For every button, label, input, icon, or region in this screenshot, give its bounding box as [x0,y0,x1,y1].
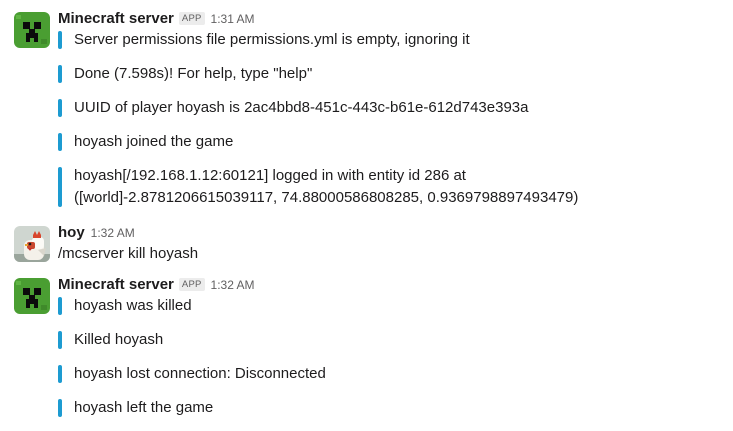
sender-name[interactable]: Minecraft server [58,276,174,293]
message-minecraft-server-2: Minecraft server APP 1:32 AM hoyash was … [14,276,733,428]
quote-block: Done (7.598s)! For help, type "help" [58,63,312,85]
message-feed: Minecraft server APP 1:31 AM Server perm… [0,0,733,431]
quote-block: hoyash[/192.168.1.12:60121] logged in wi… [58,165,578,209]
message-header: Minecraft server APP 1:31 AM [58,10,255,27]
timestamp[interactable]: 1:32 AM [211,278,255,292]
quote-text: Server permissions file permissions.yml … [74,31,470,48]
quote-block: hoyash left the game [58,397,213,419]
app-badge: APP [178,278,205,291]
quote-block: UUID of player hoyash is 2ac4bbd8-451c-4… [58,97,528,119]
sender-name[interactable]: hoy [58,224,85,241]
quote-block: Killed hoyash [58,329,163,351]
message-header: Minecraft server APP 1:32 AM [58,276,255,293]
quote-block: Server permissions file permissions.yml … [58,29,470,51]
message-hoy: hoy 1:32 AM /mcserver kill hoyash [14,224,733,266]
quote-text: hoyash left the game [74,399,214,416]
quote-text: hoyash lost connection: Disconnected [74,365,326,382]
chicken-icon[interactable] [14,226,50,262]
quote-text: Killed hoyash [74,331,164,348]
quote-block: hoyash joined the game [58,131,233,153]
quote-text: ([world]-2.8781206615039117, 74.88000586… [74,189,579,206]
quote-text: hoyash[/192.168.1.12:60121] logged in wi… [74,167,466,184]
timestamp[interactable]: 1:31 AM [211,12,255,26]
quote-text: Done (7.598s)! For help, type "help" [74,65,313,82]
quote-text: UUID of player hoyash is 2ac4bbd8-451c-4… [74,99,529,116]
quote-text: hoyash was killed [74,297,192,314]
sender-name[interactable]: Minecraft server [58,10,174,27]
timestamp[interactable]: 1:32 AM [91,226,135,240]
creeper-icon[interactable] [14,278,50,314]
message-minecraft-server-1: Minecraft server APP 1:31 AM Server perm… [14,10,733,212]
message-text: /mcserver kill hoyash [58,245,199,262]
creeper-icon[interactable] [14,12,50,48]
quote-text: hoyash joined the game [74,133,234,150]
app-badge: APP [178,12,205,25]
quote-block: hoyash was killed [58,295,192,317]
message-header: hoy 1:32 AM [58,224,135,241]
quote-block: hoyash lost connection: Disconnected [58,363,326,385]
